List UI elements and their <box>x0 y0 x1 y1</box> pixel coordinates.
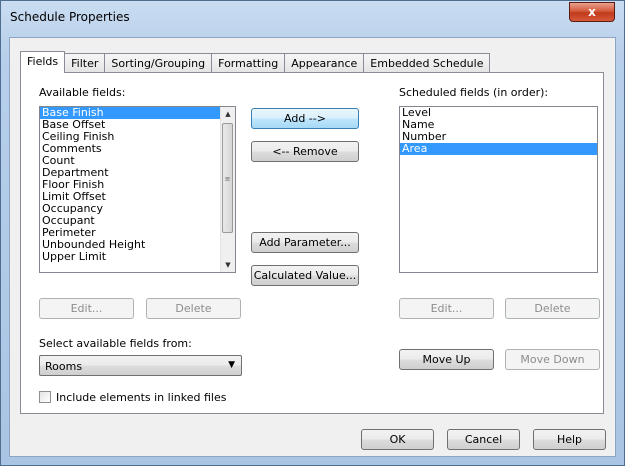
include-linked-checkbox[interactable] <box>39 391 51 403</box>
tab-strip: Fields Filter Sorting/Grouping Formattin… <box>20 51 491 73</box>
cancel-button[interactable]: Cancel <box>447 429 520 450</box>
title-bar[interactable]: Schedule Properties x <box>1 1 624 37</box>
add-parameter-button[interactable]: Add Parameter... <box>251 232 359 253</box>
tab-sorting-grouping[interactable]: Sorting/Grouping <box>104 53 213 73</box>
scheduled-edit-button[interactable]: Edit... <box>399 298 494 319</box>
available-field-list-item[interactable]: Upper Limit <box>40 251 235 263</box>
scheduled-delete-button[interactable]: Delete <box>505 298 600 319</box>
fields-tab-panel: Available fields: Base Finish Base Offset… <box>20 72 604 414</box>
available-fields-label: Available fields: <box>39 86 126 99</box>
down-arrow-icon[interactable]: ▼ <box>221 258 235 272</box>
close-icon: x <box>588 5 596 19</box>
scheduled-fields-list[interactable]: Level Name Number Area <box>399 106 598 273</box>
move-down-button[interactable]: Move Down <box>505 349 600 370</box>
tab-embedded-schedule[interactable]: Embedded Schedule <box>363 53 491 73</box>
up-arrow-icon[interactable]: ▲ <box>221 107 235 121</box>
calculated-value-button[interactable]: Calculated Value... <box>251 265 359 286</box>
fields-source-dropdown[interactable]: Rooms ▼ <box>39 355 242 376</box>
scheduled-fields-items: Level Name Number Area <box>400 107 597 155</box>
move-up-button[interactable]: Move Up <box>399 349 494 370</box>
scheduled-fields-label: Scheduled fields (in order): <box>399 86 549 99</box>
close-button[interactable]: x <box>569 2 615 22</box>
window-title: Schedule Properties <box>10 10 130 24</box>
ok-button[interactable]: OK <box>361 429 434 450</box>
available-edit-button[interactable]: Edit... <box>39 298 134 319</box>
available-fields-items: Base Finish Base Offset Ceiling Finish Comm… <box>40 107 235 263</box>
scroll-thumb[interactable]: ≡ <box>222 123 233 233</box>
select-fields-from-label: Select available fields from: <box>39 337 192 350</box>
tab-filter[interactable]: Filter <box>64 53 106 73</box>
scheduled-field-list-item[interactable]: Area <box>400 143 597 155</box>
remove-button[interactable]: <-- Remove <box>251 141 359 162</box>
dialog-body: Fields Filter Sorting/Grouping Formattin… <box>9 37 616 457</box>
add-button[interactable]: Add --> <box>251 108 359 129</box>
schedule-properties-dialog: Schedule Properties x Fields Filter Sort… <box>0 0 625 466</box>
tab-appearance[interactable]: Appearance <box>284 53 365 73</box>
help-button[interactable]: Help <box>533 429 606 450</box>
available-delete-button[interactable]: Delete <box>146 298 241 319</box>
fields-source-value: Rooms <box>45 360 83 373</box>
available-fields-list[interactable]: Base Finish Base Offset Ceiling Finish Comm… <box>39 106 236 273</box>
available-fields-scrollbar[interactable]: ▲ ≡ ▼ <box>220 107 235 272</box>
include-linked-label[interactable]: Include elements in linked files <box>56 391 226 404</box>
chevron-down-icon: ▼ <box>228 360 235 370</box>
tab-fields[interactable]: Fields <box>20 51 66 73</box>
tab-formatting[interactable]: Formatting <box>211 53 286 73</box>
scheduled-field-list-item[interactable]: Number <box>400 131 597 143</box>
